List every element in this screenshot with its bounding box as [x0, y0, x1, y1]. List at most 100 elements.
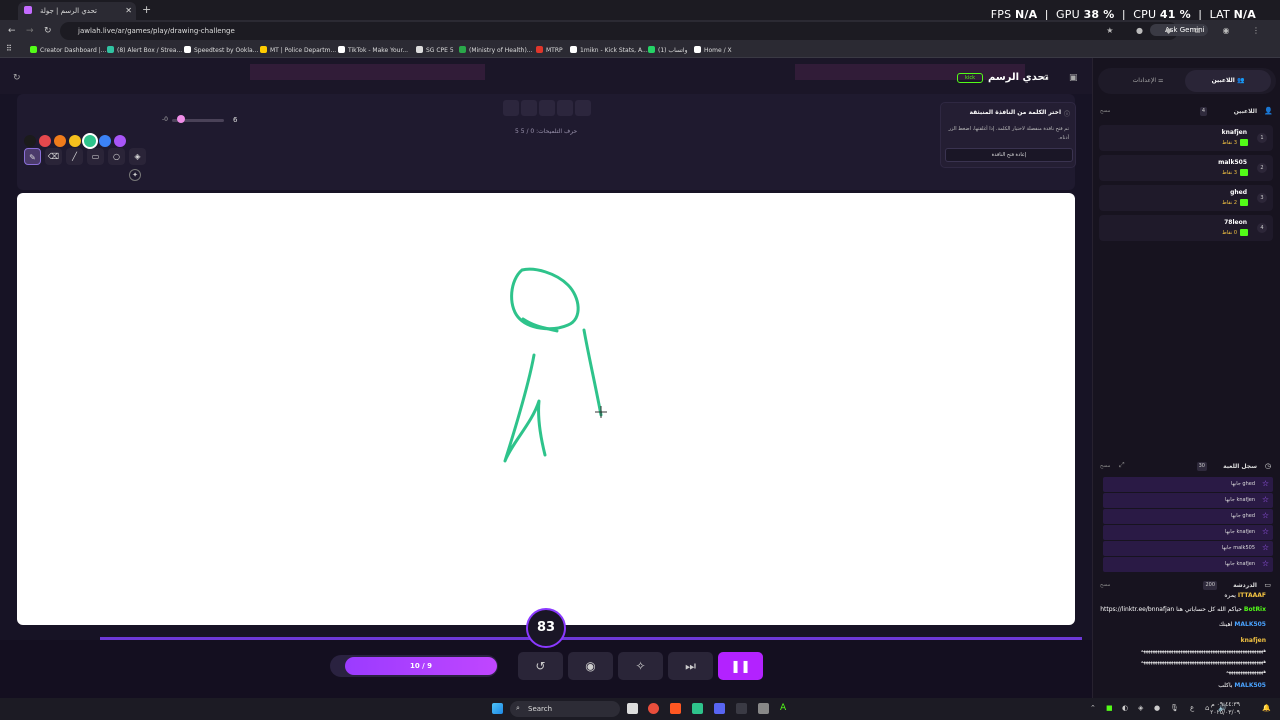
bookmark[interactable]: واتساب (1) — [648, 46, 687, 54]
reopen-window-button[interactable]: إعادة فتح النافذة — [945, 148, 1073, 162]
brush-size-slider-handle[interactable] — [177, 115, 185, 123]
back-icon[interactable]: ← — [8, 26, 16, 36]
fill-tool-button[interactable]: ◈ — [129, 148, 146, 165]
windows-start-icon[interactable] — [492, 703, 503, 714]
log-clear-link[interactable]: مسح — [1100, 463, 1110, 469]
star-icon: ☆ — [1261, 543, 1269, 552]
sliders-icon: ⚌ — [1158, 77, 1164, 84]
drawing-canvas[interactable] — [17, 193, 1075, 625]
reveal-button[interactable]: ◉ — [568, 652, 613, 680]
player-name: knafjen — [1221, 129, 1247, 136]
star-icon: ☆ — [1261, 479, 1269, 488]
sketch-head — [510, 267, 580, 331]
undo-button[interactable]: ↺ — [518, 652, 563, 680]
player-points: 3 نقاط — [1222, 170, 1237, 176]
tray-app-icon[interactable]: ● — [1154, 704, 1160, 712]
player-points: 3 نقاط — [1222, 140, 1237, 146]
expand-icon[interactable]: ⤢ — [1119, 461, 1125, 470]
browser-tab-bar: تحدي الرسم | جولة ✕ + FPS N/A | GPU 38 %… — [0, 0, 1280, 21]
word-letter-box — [521, 100, 537, 116]
app-icon[interactable] — [692, 703, 703, 714]
star-icon: ☆ — [1261, 527, 1269, 536]
url-input[interactable]: jawlah.live/ar/games/play/drawing-challe… — [60, 22, 1178, 40]
bookmark[interactable]: Home / X — [694, 46, 732, 54]
skip-button[interactable]: ⏭ — [668, 652, 713, 680]
forward-icon[interactable]: → — [26, 26, 34, 36]
settings-icon[interactable] — [758, 703, 769, 714]
discord-icon[interactable] — [714, 703, 725, 714]
line-tool-button[interactable]: ╱ — [66, 148, 83, 165]
browser-tab[interactable]: تحدي الرسم | جولة ✕ — [18, 2, 136, 20]
taskbar-clock[interactable]: ٠٩:٤٤:٣٩ م ٢٠٢٥/٠٣/٠٩ — [1210, 701, 1240, 717]
tab-settings[interactable]: الإعدادات ⚌ — [1113, 70, 1183, 92]
bookmark-label: Creator Dashboard |... — [40, 47, 107, 54]
bookmark-label: (8) Alert Box / Strea... — [117, 47, 183, 54]
tray-app-icon[interactable]: ◐ — [1122, 704, 1128, 712]
color-swatch-orange[interactable] — [54, 135, 66, 147]
color-swatch-red[interactable] — [39, 135, 51, 147]
notifications-icon[interactable]: 🔔 — [1262, 704, 1271, 712]
bookmark[interactable]: MTRP — [536, 46, 563, 54]
brave-icon[interactable] — [670, 703, 681, 714]
home-icon[interactable]: ⌂ — [1043, 73, 1049, 83]
windows-taskbar: ⌕ Search A ⌃ ■ ◐ ◈ ● 🎙 ع ⌂ 🔊 ٠٩:٤٤:٣٩ م ٢٠… — [0, 698, 1280, 720]
hint-button[interactable]: ✧ — [618, 652, 663, 680]
chrome-icon[interactable] — [648, 703, 659, 714]
taskbar-search-label: Search — [528, 705, 553, 713]
refresh-icon[interactable]: ↻ — [13, 73, 21, 83]
layout-icon[interactable]: ▣ — [1069, 73, 1078, 83]
word-letter-box — [557, 100, 573, 116]
tab-players[interactable]: اللاعبين 👥 — [1185, 70, 1271, 92]
network-icon[interactable]: ⌂ — [1205, 704, 1209, 712]
log-text: ghed جابها — [1230, 513, 1255, 519]
tray-app-icon[interactable]: ■ — [1106, 704, 1113, 712]
rectangle-tool-button[interactable]: ▭ — [87, 148, 104, 165]
bookmark[interactable]: TikTok - Make Your... — [338, 46, 408, 54]
eraser-tool-button[interactable]: ⌫ — [45, 148, 62, 165]
color-swatch-black[interactable] — [24, 135, 36, 147]
chat-clear-link[interactable]: مسح — [1100, 582, 1110, 588]
color-swatch-yellow[interactable] — [69, 135, 81, 147]
bookmark[interactable]: MT | Police Departm... — [260, 46, 336, 54]
tray-app-icon[interactable]: ◈ — [1138, 704, 1143, 712]
task-view-icon[interactable] — [627, 703, 638, 714]
pause-button[interactable]: ❚❚ — [718, 652, 763, 680]
microphone-icon[interactable]: 🎙 — [1170, 704, 1179, 712]
players-clear-link[interactable]: مسح — [1100, 108, 1110, 114]
bookmark[interactable]: SG CPE 5 — [416, 46, 454, 54]
app-icon[interactable]: A — [780, 703, 791, 714]
apps-grid-icon[interactable]: ⠿ — [6, 44, 12, 53]
tray-chevron-icon[interactable]: ⌃ — [1090, 704, 1096, 712]
bookmark[interactable]: Creator Dashboard |... — [30, 46, 107, 54]
circle-tool-button[interactable]: ○ — [108, 148, 125, 165]
player-row: malk505 3 نقاط 2 — [1099, 155, 1273, 181]
log-entry: ghed جابها ☆ — [1103, 509, 1273, 524]
bookmark-label: SG CPE 5 — [426, 47, 454, 54]
bookmark-label: MT | Police Departm... — [270, 47, 337, 54]
language-icon[interactable]: ع — [1190, 704, 1194, 712]
extension-icons[interactable]: ★ ● ◆ ⧉ ◉ ⋮ — [1106, 26, 1270, 36]
color-swatch-green[interactable] — [84, 135, 96, 147]
bookmark-favicon-icon — [184, 46, 191, 53]
pen-tool-button[interactable]: ✎ — [24, 148, 41, 165]
players-header: مسح 4 اللاعبين 👤 — [1097, 105, 1279, 119]
tab-close-icon[interactable]: ✕ — [125, 6, 132, 15]
bookmark[interactable]: Speedtest by Ookla... — [184, 46, 258, 54]
new-tab-icon[interactable]: + — [142, 3, 151, 16]
color-swatch-purple[interactable] — [114, 135, 126, 147]
bookmark-favicon-icon — [694, 46, 701, 53]
word-letter-box — [503, 100, 519, 116]
color-swatch-blue[interactable] — [99, 135, 111, 147]
reload-icon[interactable]: ↻ — [44, 26, 52, 36]
bookmark[interactable]: (Ministry of Health)... — [459, 46, 533, 54]
bookmark-favicon-icon — [30, 46, 37, 53]
player-name: ghed — [1230, 189, 1247, 196]
bookmark[interactable]: 1mikn - Kick Stats, A... — [570, 46, 648, 54]
star-icon: ☆ — [1261, 559, 1269, 568]
game-title: تحدي الرسم — [988, 72, 1049, 83]
bookmark[interactable]: (8) Alert Box / Strea... — [107, 46, 182, 54]
color-picker-icon[interactable]: ✦ — [129, 169, 141, 181]
taskbar-search[interactable]: ⌕ Search — [510, 701, 620, 717]
app-icon[interactable] — [736, 703, 747, 714]
lightbulb-icon: ✧ — [635, 659, 646, 673]
